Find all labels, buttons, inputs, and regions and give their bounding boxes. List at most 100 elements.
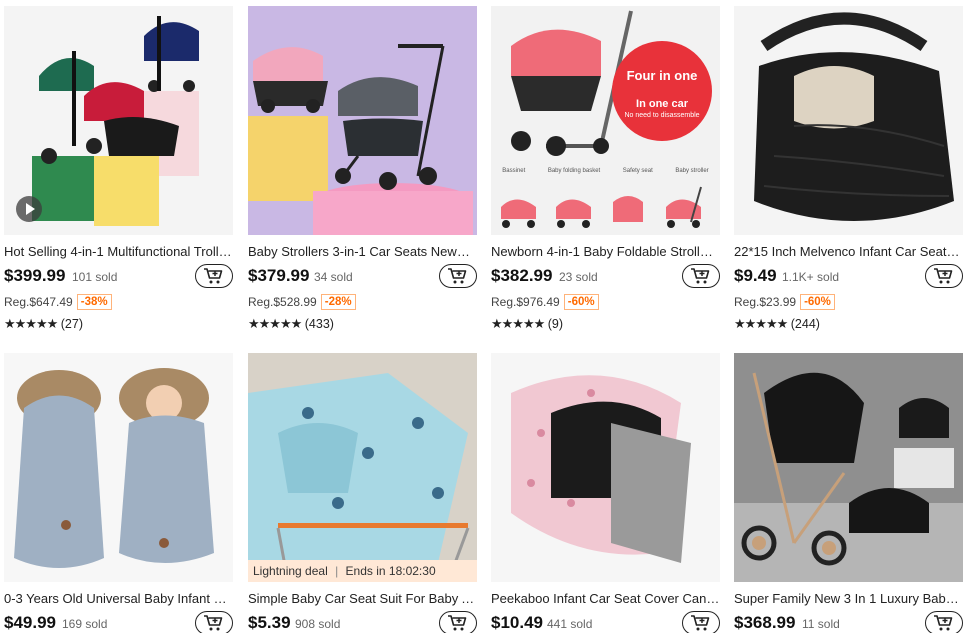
product-image[interactable]	[4, 353, 233, 582]
mini-stroller-icons	[501, 186, 702, 228]
product-card[interactable]: Hot Selling 4-in-1 Multifunctional Troll…	[4, 6, 233, 331]
star-rating-icon: ★★★★★	[4, 316, 58, 331]
car-seat-cover-photo-icon	[734, 6, 963, 235]
product-title[interactable]: Baby Strollers 3-in-1 Car Seats Newborn	[248, 244, 477, 259]
discount-badge: -28%	[320, 294, 356, 310]
add-to-cart-button[interactable]	[195, 611, 233, 633]
regular-price-row: Reg.$23.99 -60%	[734, 294, 835, 312]
add-to-cart-icon	[204, 615, 223, 631]
product-card[interactable]: Baby Strollers 3-in-1 Car Seats Newborn …	[248, 6, 477, 331]
regular-price-row: Reg.$976.49 -60%	[491, 294, 599, 312]
cart-cover-photo-icon	[248, 353, 477, 582]
sleeping-bag-photo-icon	[4, 353, 233, 582]
product-price: $5.39	[248, 613, 291, 632]
star-rating-icon: ★★★★★	[734, 316, 788, 331]
mini-label: Bassinet	[502, 168, 526, 174]
mini-product-labels: Bassinet Baby folding basket Safety seat…	[491, 168, 720, 174]
product-image[interactable]	[4, 6, 233, 235]
product-title[interactable]: Newborn 4-in-1 Baby Foldable Stroller Ca…	[491, 244, 720, 259]
add-to-cart-button[interactable]	[682, 611, 720, 633]
product-card[interactable]: 0-3 Years Old Universal Baby Infant Slee…	[4, 353, 233, 633]
sold-count: 169 sold	[62, 617, 108, 631]
add-to-cart-icon	[934, 268, 953, 284]
regular-price: Reg.$528.99	[248, 295, 317, 309]
mini-label: Safety seat	[622, 168, 653, 174]
rating: ★★★★★ (433)	[248, 316, 334, 332]
sold-count: 908 sold	[295, 617, 341, 631]
product-image[interactable]: Four in one In one car No need to disass…	[491, 6, 720, 235]
product-card[interactable]: Peekaboo Infant Car Seat Cover Canopy $1…	[491, 353, 720, 633]
add-to-cart-button[interactable]	[195, 264, 233, 288]
regular-price: Reg.$23.99	[734, 295, 797, 309]
product-price: $49.99	[4, 613, 56, 632]
product-image[interactable]: Lightning deal | Ends in 18:02:30	[248, 353, 477, 582]
promo-line1: In one car	[636, 98, 688, 110]
lightning-deal-label: Lightning deal	[253, 564, 328, 578]
review-count: (244)	[790, 317, 820, 331]
product-title[interactable]: 22*15 Inch Melvenco Infant Car Seat Cove…	[734, 244, 963, 259]
add-to-cart-button[interactable]	[925, 264, 963, 288]
stroller-photo-icon	[248, 6, 477, 235]
rating: ★★★★★ (244)	[734, 316, 820, 332]
product-title[interactable]: 0-3 Years Old Universal Baby Infant Slee…	[4, 591, 233, 606]
promo-line2: No need to disassemble	[624, 112, 700, 119]
product-price: $10.49	[491, 613, 543, 632]
product-card[interactable]: Four in one In one car No need to disass…	[491, 6, 720, 331]
luxury-stroller-photo-icon	[734, 353, 963, 582]
add-to-cart-icon	[691, 615, 710, 631]
product-title[interactable]: Super Family New 3 In 1 Luxury Baby Stro…	[734, 591, 963, 606]
rating: ★★★★★ (27)	[4, 316, 83, 332]
product-price: $399.99	[4, 266, 66, 285]
product-price: $368.99	[734, 613, 796, 632]
sold-count: 1.1K+ sold	[782, 270, 840, 284]
add-to-cart-button[interactable]	[682, 264, 720, 288]
product-card[interactable]: Super Family New 3 In 1 Luxury Baby Stro…	[734, 353, 963, 633]
regular-price: Reg.$976.49	[491, 295, 560, 309]
price-row: $9.49 1.1K+ sold	[734, 264, 963, 290]
add-to-cart-icon	[448, 268, 467, 284]
product-price: $9.49	[734, 266, 777, 285]
product-title[interactable]: Peekaboo Infant Car Seat Cover Canopy	[491, 591, 720, 606]
product-title[interactable]: Hot Selling 4-in-1 Multifunctional Troll…	[4, 244, 233, 259]
add-to-cart-icon	[204, 268, 223, 284]
add-to-cart-button[interactable]	[925, 611, 963, 633]
canopy-photo-icon	[491, 353, 720, 582]
product-image[interactable]	[734, 6, 963, 235]
mini-label: Baby folding basket	[547, 168, 601, 174]
review-count: (433)	[304, 317, 334, 331]
product-price: $382.99	[491, 266, 553, 285]
mini-label: Baby stroller	[675, 168, 709, 174]
product-image[interactable]	[734, 353, 963, 582]
regular-price-row: Reg.$528.99 -28%	[248, 294, 356, 312]
add-to-cart-button[interactable]	[439, 264, 477, 288]
product-image[interactable]	[491, 353, 720, 582]
product-title[interactable]: Simple Baby Car Seat Suit For Baby And T…	[248, 591, 477, 606]
review-count: (27)	[60, 317, 83, 331]
lightning-deal-banner: Lightning deal | Ends in 18:02:30	[248, 560, 477, 582]
rating: ★★★★★ (9)	[491, 316, 563, 332]
price-row: $399.99 101 sold	[4, 264, 233, 290]
price-row: $382.99 23 sold	[491, 264, 720, 290]
review-count: (9)	[547, 317, 564, 331]
promo-headline: Four in one	[626, 68, 698, 83]
discount-badge: -60%	[563, 294, 599, 310]
product-card[interactable]: Lightning deal | Ends in 18:02:30 Simple…	[248, 353, 477, 633]
add-to-cart-button[interactable]	[439, 611, 477, 633]
add-to-cart-icon	[448, 615, 467, 631]
price-row: $379.99 34 sold	[248, 264, 477, 290]
price-row: $49.99 169 sold	[4, 611, 233, 633]
regular-price: Reg.$647.49	[4, 295, 73, 309]
sold-count: 101 sold	[72, 270, 118, 284]
star-rating-icon: ★★★★★	[248, 316, 302, 331]
price-row: $5.39 908 sold	[248, 611, 477, 633]
discount-badge: -38%	[76, 294, 112, 310]
price-row: $368.99 11 sold	[734, 611, 963, 633]
star-rating-icon: ★★★★★	[491, 316, 545, 331]
product-image[interactable]	[248, 6, 477, 235]
play-video-icon[interactable]	[16, 196, 42, 222]
separator: |	[335, 564, 339, 578]
product-card[interactable]: 22*15 Inch Melvenco Infant Car Seat Cove…	[734, 6, 963, 331]
product-price: $379.99	[248, 266, 310, 285]
add-to-cart-icon	[934, 615, 953, 631]
add-to-cart-icon	[691, 268, 710, 284]
